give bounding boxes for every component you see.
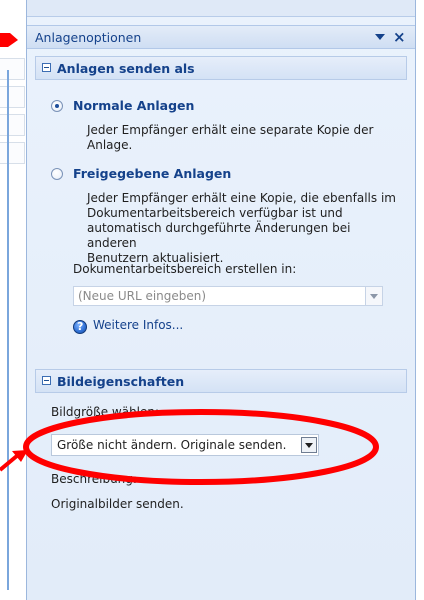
dropdown-arrow-icon[interactable] bbox=[375, 34, 385, 40]
dropdown-arrow-icon[interactable] bbox=[365, 286, 383, 306]
radio-normal-attachments[interactable] bbox=[51, 100, 63, 112]
host-input-stub bbox=[0, 58, 25, 80]
section-title-attachments: Anlagen senden als bbox=[57, 61, 195, 76]
host-input-stub bbox=[0, 86, 25, 108]
collapse-icon[interactable] bbox=[42, 376, 51, 385]
description-shared-attachments: Jeder Empfänger erhält eine Kopie, die e… bbox=[87, 191, 397, 266]
workspace-url-placeholder: (Neue URL eingeben) bbox=[78, 289, 207, 303]
host-input-stub bbox=[0, 114, 25, 136]
description-normal-attachments: Jeder Empfänger erhält eine separate Kop… bbox=[87, 123, 397, 153]
info-help-icon[interactable] bbox=[73, 320, 87, 334]
image-size-value: Größe nicht ändern. Originale senden. bbox=[57, 438, 287, 452]
description-line: automatisch durchgeführte Änderungen bei… bbox=[87, 221, 351, 250]
image-size-select[interactable]: Größe nicht ändern. Originale senden. bbox=[51, 434, 319, 456]
pane-title: Anlagenoptionen bbox=[35, 30, 142, 45]
more-info-link[interactable]: Weitere Infos... bbox=[93, 318, 183, 332]
section-title-image-properties: Bildeigenschaften bbox=[57, 374, 185, 389]
description-line: Jeder Empfänger erhält eine separate Kop… bbox=[87, 123, 374, 137]
pane-top-strip bbox=[27, 0, 415, 17]
attachment-options-pane: Anlagenoptionen × Anlagen senden als Nor… bbox=[26, 0, 416, 600]
workspace-url-field[interactable]: (Neue URL eingeben) bbox=[73, 286, 383, 306]
close-icon[interactable]: × bbox=[393, 28, 406, 46]
section-header-attachments[interactable]: Anlagen senden als bbox=[35, 56, 407, 80]
description-line: Jeder Empfänger erhält eine Kopie, die e… bbox=[87, 191, 396, 205]
radio-label-shared-attachments[interactable]: Freigegebene Anlagen bbox=[73, 166, 231, 181]
description-line: Dokumentarbeitsbereich verfügbar ist und bbox=[87, 206, 343, 220]
host-window-edge bbox=[0, 0, 27, 600]
radio-shared-attachments[interactable] bbox=[51, 168, 63, 180]
image-description-label: Beschreibung: bbox=[51, 472, 137, 486]
host-scroll-line bbox=[7, 70, 9, 590]
radio-label-normal-attachments[interactable]: Normale Anlagen bbox=[73, 98, 194, 113]
dropdown-arrow-icon[interactable] bbox=[301, 437, 317, 453]
pane-titlebar: Anlagenoptionen × bbox=[27, 25, 415, 49]
section-header-image-properties[interactable]: Bildeigenschaften bbox=[35, 369, 407, 393]
workspace-label: Dokumentarbeitsbereich erstellen in: bbox=[73, 262, 297, 276]
image-size-label: Bildgröße wählen: bbox=[51, 405, 160, 419]
image-description-value: Originalbilder senden. bbox=[51, 497, 184, 511]
host-input-stub bbox=[0, 142, 25, 164]
collapse-icon[interactable] bbox=[42, 63, 51, 72]
description-line: Anlage. bbox=[87, 138, 133, 152]
